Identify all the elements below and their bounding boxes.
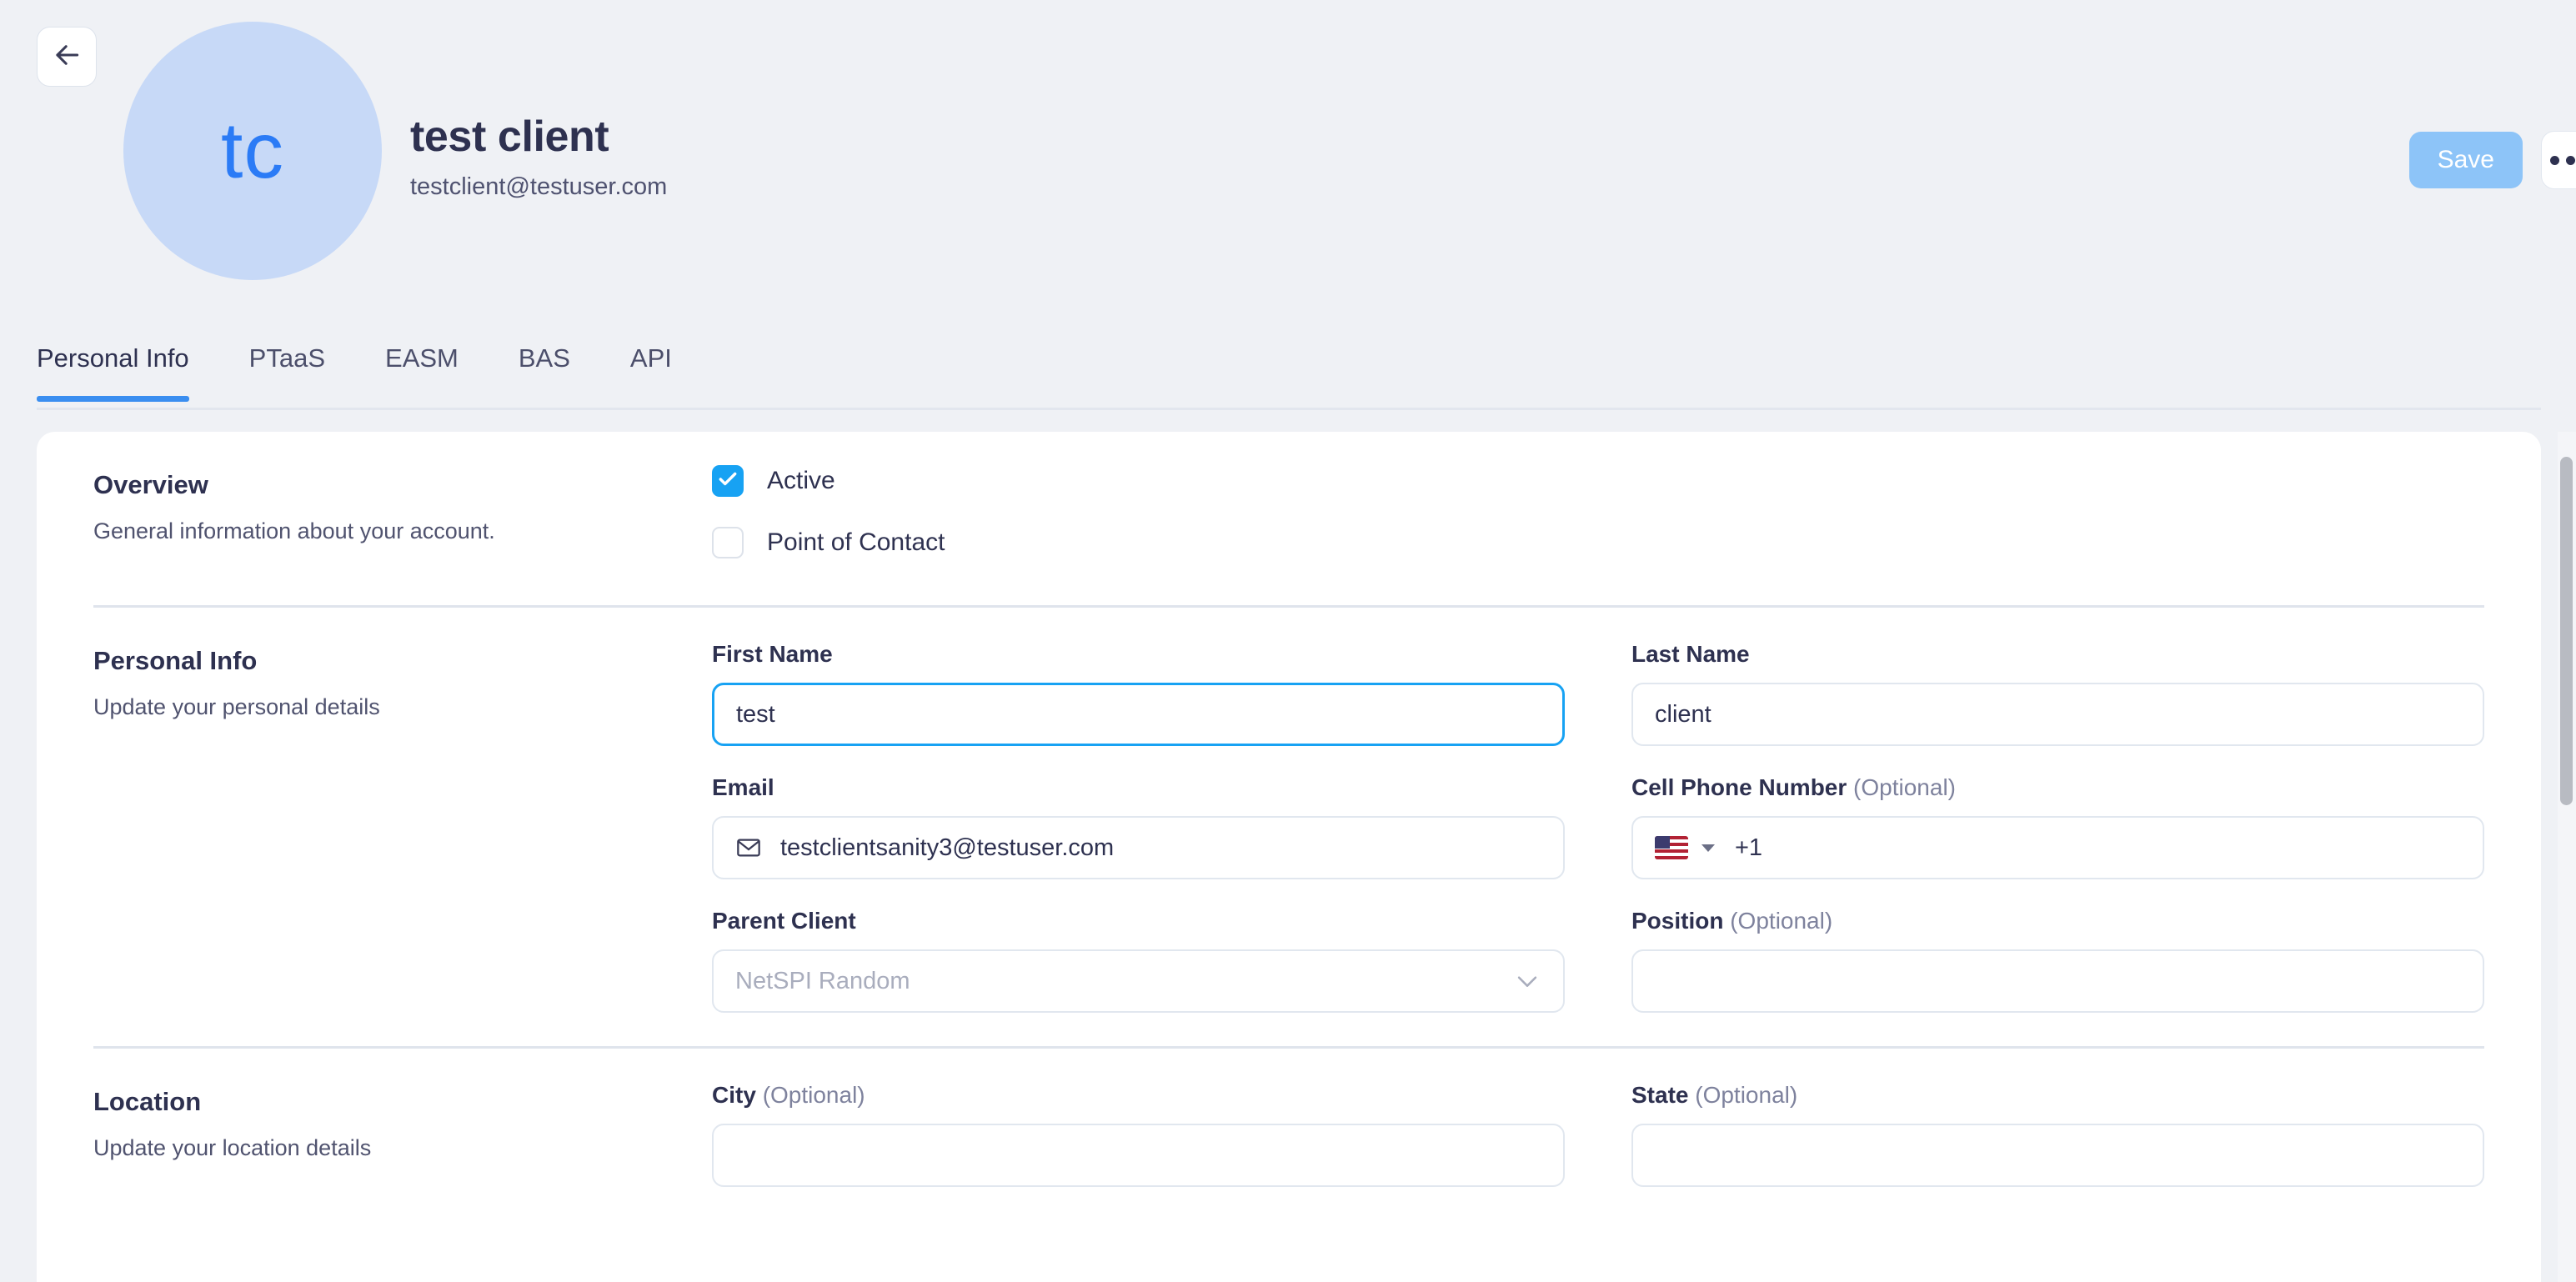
cell-phone-dial-code: +1 xyxy=(1735,834,1763,861)
city-optional: (Optional) xyxy=(762,1082,865,1108)
state-optional: (Optional) xyxy=(1695,1082,1798,1108)
chevron-down-icon xyxy=(1513,967,1541,995)
location-section: Location Update your location details Ci… xyxy=(37,1049,2541,1187)
state-input[interactable] xyxy=(1631,1124,2484,1187)
client-detail-page: tc test client testclient@testuser.com S… xyxy=(0,0,2576,1282)
us-flag-icon xyxy=(1655,836,1688,859)
personal-info-subtitle: Update your personal details xyxy=(93,694,380,719)
field-city: City (Optional) xyxy=(712,1082,1565,1187)
page-header: tc test client testclient@testuser.com S… xyxy=(0,0,2576,321)
city-label: City (Optional) xyxy=(712,1082,865,1108)
avatar-initials: tc xyxy=(221,106,284,195)
tab-bas[interactable]: BAS xyxy=(519,333,570,402)
save-button[interactable]: Save xyxy=(2408,132,2523,188)
overview-subtitle: General information about your account. xyxy=(93,518,495,543)
active-checkbox[interactable] xyxy=(712,465,744,497)
header-email: testclient@testuser.com xyxy=(410,173,668,201)
first-name-input[interactable]: test xyxy=(712,683,1565,746)
field-first-name: First Name test xyxy=(712,641,1565,746)
check-icon xyxy=(717,468,739,494)
field-position: Position (Optional) xyxy=(1631,908,2484,1013)
ellipsis-icon xyxy=(2549,155,2576,165)
point-of-contact-checkbox-label: Point of Contact xyxy=(767,528,945,556)
location-subtitle: Update your location details xyxy=(93,1135,372,1160)
state-label: State (Optional) xyxy=(1631,1082,1798,1108)
position-input[interactable] xyxy=(1631,949,2484,1013)
field-state: State (Optional) xyxy=(1631,1082,2484,1187)
overview-section: Overview General information about your … xyxy=(37,432,2541,558)
tab-bar-rule xyxy=(37,408,2541,410)
field-email: Email testclientsanity3@testuser.com xyxy=(712,774,1565,879)
point-of-contact-checkbox[interactable] xyxy=(712,527,744,558)
cell-phone-optional: (Optional) xyxy=(1853,774,1956,800)
personal-info-section: Personal Info Update your personal detai… xyxy=(37,608,2541,1046)
arrow-left-icon xyxy=(51,39,83,75)
field-last-name: Last Name client xyxy=(1631,641,2484,746)
first-name-label: First Name xyxy=(712,641,833,667)
header-actions: Save xyxy=(2408,131,2576,189)
vertical-scrollbar-thumb[interactable] xyxy=(2560,457,2573,805)
tab-bar: Personal Info PTaaS EASM BAS API xyxy=(0,333,2576,413)
location-title: Location xyxy=(93,1087,202,1116)
identity-block: test client testclient@testuser.com xyxy=(410,113,667,202)
city-input[interactable] xyxy=(712,1124,1565,1187)
email-input[interactable]: testclientsanity3@testuser.com xyxy=(712,816,1565,879)
cell-phone-input[interactable]: +1 xyxy=(1631,816,2484,879)
mail-icon xyxy=(735,834,762,861)
more-options-button[interactable] xyxy=(2541,131,2576,189)
email-input-value: testclientsanity3@testuser.com xyxy=(780,834,1115,861)
avatar: tc xyxy=(123,22,382,280)
cell-phone-label: Cell Phone Number (Optional) xyxy=(1631,774,1956,800)
tab-ptaas[interactable]: PTaaS xyxy=(249,333,325,402)
email-label: Email xyxy=(712,774,774,800)
checkbox-row-point-of-contact[interactable]: Point of Contact xyxy=(712,527,2484,558)
parent-client-select[interactable]: NetSPI Random xyxy=(712,949,1565,1013)
checkbox-row-active[interactable]: Active xyxy=(712,465,2484,497)
tab-personal-info[interactable]: Personal Info xyxy=(37,333,189,402)
position-optional: (Optional) xyxy=(1730,908,1833,934)
tab-api[interactable]: API xyxy=(630,333,672,402)
page-title: test client xyxy=(410,113,609,161)
last-name-input[interactable]: client xyxy=(1631,683,2484,746)
tab-easm[interactable]: EASM xyxy=(385,333,459,402)
parent-client-placeholder: NetSPI Random xyxy=(735,967,910,994)
settings-card: Overview General information about your … xyxy=(37,432,2541,1282)
overview-title: Overview xyxy=(93,470,208,499)
field-parent-client: Parent Client NetSPI Random xyxy=(712,908,1565,1013)
field-cell-phone: Cell Phone Number (Optional) +1 xyxy=(1631,774,2484,879)
country-select-caret-icon[interactable] xyxy=(1701,844,1715,852)
back-button[interactable] xyxy=(37,27,97,87)
active-checkbox-label: Active xyxy=(767,467,835,494)
personal-info-title: Personal Info xyxy=(93,646,258,675)
parent-client-label: Parent Client xyxy=(712,908,856,934)
position-label: Position (Optional) xyxy=(1631,908,1833,934)
last-name-label: Last Name xyxy=(1631,641,1750,667)
